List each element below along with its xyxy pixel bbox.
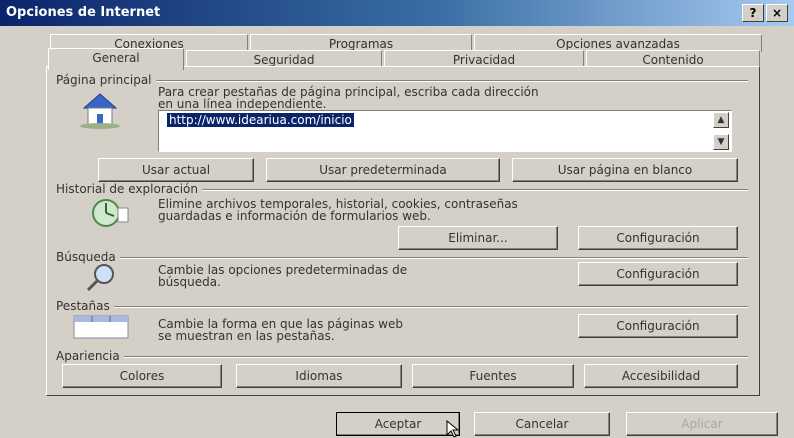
help-button[interactable]: ? <box>742 4 764 22</box>
home-page-url: http://www.ideariua.com/inicio <box>167 113 354 127</box>
apply-button[interactable]: Aplicar <box>626 412 778 436</box>
search-settings-button[interactable]: Configuración <box>578 262 738 286</box>
tabs-group-label: Pestañas <box>56 299 114 313</box>
history-desc-line2: guardadas e información de formularios w… <box>158 209 431 223</box>
appearance-group-label: Apariencia <box>56 349 124 363</box>
ok-button[interactable]: Aceptar <box>336 412 460 436</box>
title-bar: Opciones de Internet <box>0 0 794 26</box>
use-blank-button[interactable]: Usar página en blanco <box>512 158 738 182</box>
window-title: Opciones de Internet <box>6 5 161 20</box>
delete-history-button[interactable]: Eliminar... <box>398 226 558 250</box>
tabs-group-rule <box>58 306 748 308</box>
history-settings-button[interactable]: Configuración <box>578 226 738 250</box>
home-icon <box>80 93 120 129</box>
languages-button[interactable]: Idiomas <box>236 364 402 388</box>
home-group-rule <box>58 80 748 82</box>
history-icon <box>92 199 129 227</box>
scroll-down-icon[interactable]: ▼ <box>713 134 729 150</box>
scroll-up-icon[interactable]: ▲ <box>713 112 729 128</box>
internet-options-dialog: Opciones de Internet ? × Conexiones Prog… <box>0 0 794 438</box>
cancel-button[interactable]: Cancelar <box>474 412 610 436</box>
fonts-button[interactable]: Fuentes <box>412 364 574 388</box>
accessibility-button[interactable]: Accesibilidad <box>584 364 738 388</box>
mouse-cursor-icon <box>446 420 460 438</box>
home-group-label: Página principal <box>56 73 156 87</box>
tabs-settings-button[interactable]: Configuración <box>578 314 738 338</box>
tabs-desc-line2: se muestran en las pestañas. <box>158 329 335 343</box>
search-magnifier-icon <box>86 264 114 292</box>
use-default-button[interactable]: Usar predeterminada <box>266 158 500 182</box>
search-desc-line2: búsqueda. <box>158 275 221 289</box>
search-group-rule <box>58 257 748 259</box>
appearance-group-rule <box>58 356 748 358</box>
close-button[interactable]: × <box>766 4 788 22</box>
tab-general[interactable]: General <box>48 48 184 70</box>
tabs-icon <box>73 315 129 339</box>
history-group-label: Historial de exploración <box>56 182 202 196</box>
use-current-button[interactable]: Usar actual <box>98 158 254 182</box>
home-page-textarea[interactable]: http://www.ideariua.com/inicio ▲ ▼ <box>158 110 732 152</box>
colors-button[interactable]: Colores <box>62 364 222 388</box>
